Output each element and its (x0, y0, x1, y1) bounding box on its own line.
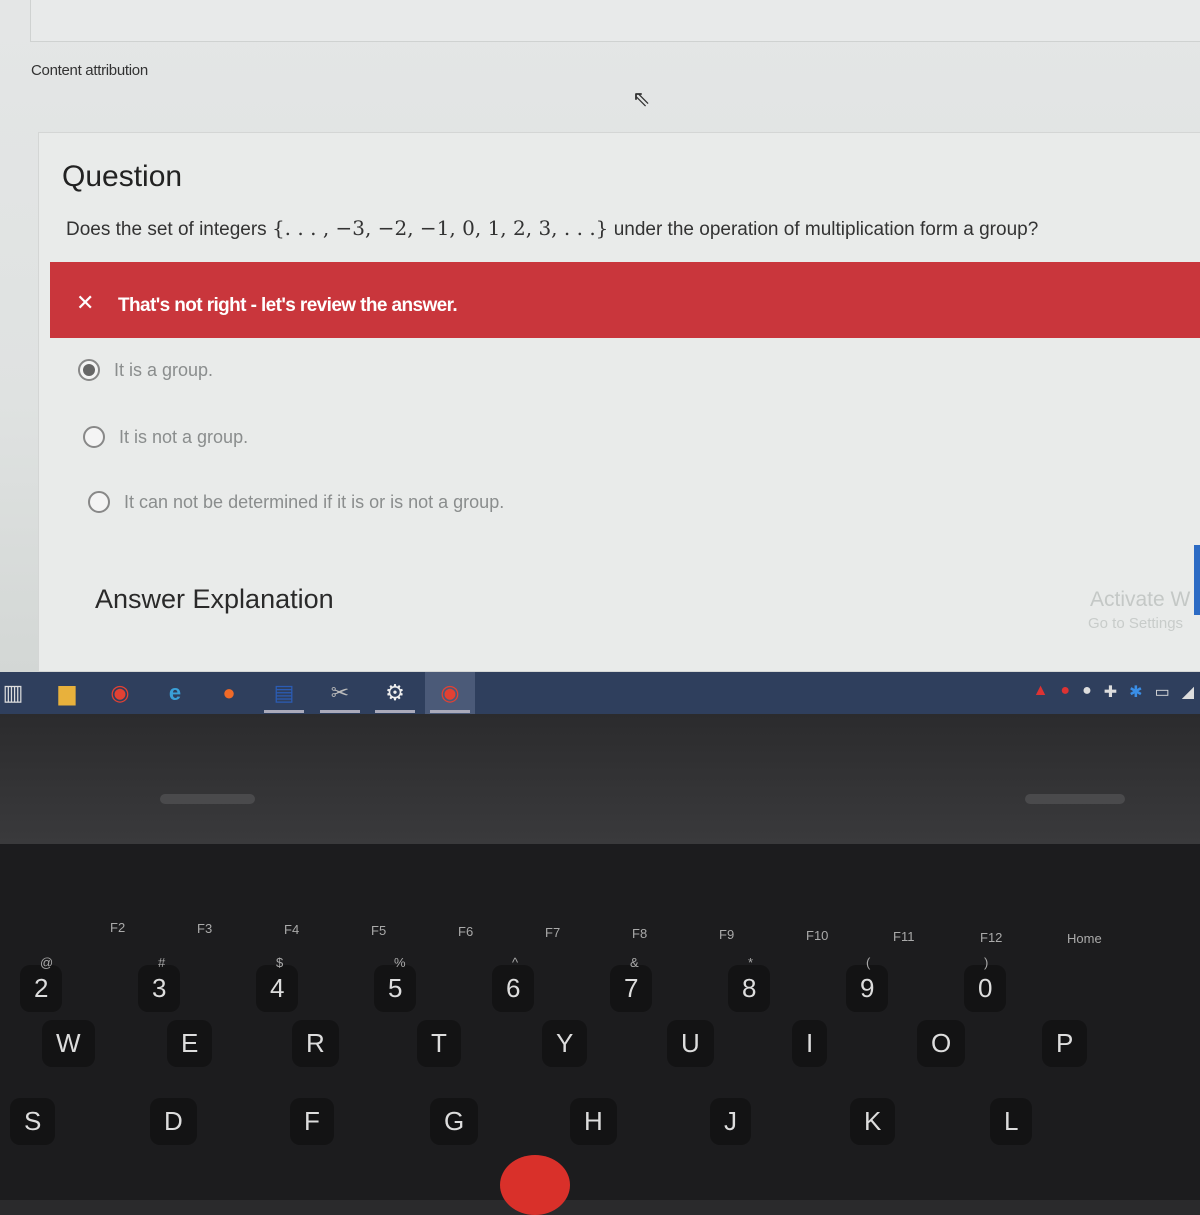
key-j[interactable]: J (710, 1098, 751, 1145)
key-t[interactable]: T (417, 1020, 461, 1067)
key-shift-label: @ (40, 955, 54, 970)
fn-key-label: F11 (893, 929, 915, 944)
fn-key-label: F9 (719, 927, 735, 942)
key-shift-label: ( (866, 955, 871, 970)
key-p[interactable]: P (1042, 1020, 1088, 1067)
network-icon[interactable]: ✚ (1104, 682, 1117, 702)
answer-explanation-heading: Answer Explanation (95, 584, 334, 614)
option-1[interactable]: It is a group. (78, 359, 213, 381)
fn-key-label: Home (1067, 931, 1102, 946)
radio[interactable] (83, 426, 105, 448)
key-o[interactable]: O (917, 1020, 966, 1067)
activation-watermark: Activate W (1090, 588, 1191, 611)
key-6[interactable]: 6 (492, 965, 535, 1012)
previous-card (30, 0, 1200, 42)
question-heading: Question (62, 160, 183, 193)
taskbar: ▥ ▆ ◉ e ● ▤ ✂ ⚙ ◉ ▲ ● ● ✚ ✱ ▭ ◢ (0, 672, 1200, 714)
scrollbar[interactable] (1194, 545, 1200, 615)
key-4[interactable]: 4 (256, 965, 299, 1012)
key-shift-label: * (748, 955, 754, 970)
key-h[interactable]: H (570, 1098, 617, 1145)
fn-key-label: F5 (371, 923, 387, 938)
option-3[interactable]: It can not be determined if it is or is … (88, 491, 504, 513)
feedback-message: That's not right - let's review the answ… (118, 295, 458, 316)
fn-key-label: F8 (632, 926, 648, 941)
key-shift-label: ) (984, 955, 989, 970)
mouse-cursor-icon: ⇖ (632, 86, 651, 111)
key-shift-label: # (158, 955, 166, 970)
system-tray: ▲ ● ● ✚ ✱ ▭ ◢ (1033, 682, 1194, 702)
key-s[interactable]: S (10, 1098, 56, 1145)
key-d[interactable]: D (150, 1098, 197, 1145)
chrome-profile-icon[interactable]: ◉ (425, 672, 475, 714)
key-l[interactable]: L (990, 1098, 1033, 1145)
key-f[interactable]: F (290, 1098, 334, 1145)
circle-icon[interactable]: ● (1082, 682, 1092, 702)
key-5[interactable]: 5 (374, 965, 417, 1012)
fn-key-label: F2 (110, 920, 126, 935)
option-2[interactable]: It is not a group. (83, 426, 248, 448)
key-i[interactable]: I (792, 1020, 828, 1067)
word-icon[interactable]: ▤ (259, 672, 309, 714)
snipping-tool-icon[interactable]: ✂ (315, 672, 365, 714)
fn-key-label: F10 (806, 928, 829, 943)
laptop-bezel (0, 714, 1200, 844)
fn-key-label: F4 (284, 922, 300, 937)
question-text: Does the set of integers {. . . , −3, −2… (66, 216, 1039, 240)
app-icon[interactable]: ● (1060, 682, 1070, 702)
key-2[interactable]: 2 (20, 965, 63, 1012)
screen: Content attribution ⇖ Question Does the … (0, 0, 1200, 672)
key-w[interactable]: W (42, 1020, 95, 1067)
close-icon: ✕ (76, 290, 94, 315)
key-9[interactable]: 9 (846, 965, 889, 1012)
content-attribution-link[interactable]: Content attribution (31, 62, 148, 79)
key-shift-label: $ (276, 955, 284, 970)
wifi-icon[interactable]: ◢ (1182, 682, 1194, 702)
fn-key-label: F3 (197, 921, 213, 936)
fn-key-label: F6 (458, 924, 474, 939)
key-shift-label: % (394, 955, 406, 970)
hinge (160, 794, 255, 804)
key-y[interactable]: Y (542, 1020, 588, 1067)
key-7[interactable]: 7 (610, 965, 653, 1012)
key-g[interactable]: G (430, 1098, 479, 1145)
trackpoint[interactable] (500, 1155, 570, 1215)
fn-key-label: F12 (980, 930, 1003, 945)
chrome-icon[interactable]: ◉ (95, 672, 145, 714)
task-view-icon[interactable]: ▥ (0, 672, 38, 714)
bluetooth-icon[interactable]: ✱ (1129, 682, 1142, 702)
key-u[interactable]: U (667, 1020, 714, 1067)
key-k[interactable]: K (850, 1098, 896, 1145)
radio[interactable] (88, 491, 110, 513)
firefox-icon[interactable]: ● (204, 672, 254, 714)
fn-key-label: F7 (545, 925, 561, 940)
key-e[interactable]: E (167, 1020, 213, 1067)
key-8[interactable]: 8 (728, 965, 771, 1012)
key-3[interactable]: 3 (138, 965, 181, 1012)
battery-icon[interactable]: ▭ (1155, 682, 1170, 702)
internet-explorer-icon[interactable]: e (150, 672, 200, 714)
key-shift-label: & (630, 955, 639, 970)
file-explorer-icon[interactable]: ▆ (42, 672, 92, 714)
feedback-banner: ✕ That's not right - let's review the an… (50, 262, 1200, 338)
hinge (1025, 794, 1125, 804)
radio-selected[interactable] (78, 359, 100, 381)
settings-icon[interactable]: ⚙ (370, 672, 420, 714)
key-r[interactable]: R (292, 1020, 339, 1067)
integer-set: {. . . , −3, −2, −1, 0, 1, 2, 3, . . .} (271, 216, 609, 240)
acrobat-icon[interactable]: ▲ (1033, 682, 1049, 702)
key-0[interactable]: 0 (964, 965, 1007, 1012)
activation-watermark-sub: Go to Settings (1088, 615, 1184, 632)
key-shift-label: ^ (512, 955, 519, 970)
